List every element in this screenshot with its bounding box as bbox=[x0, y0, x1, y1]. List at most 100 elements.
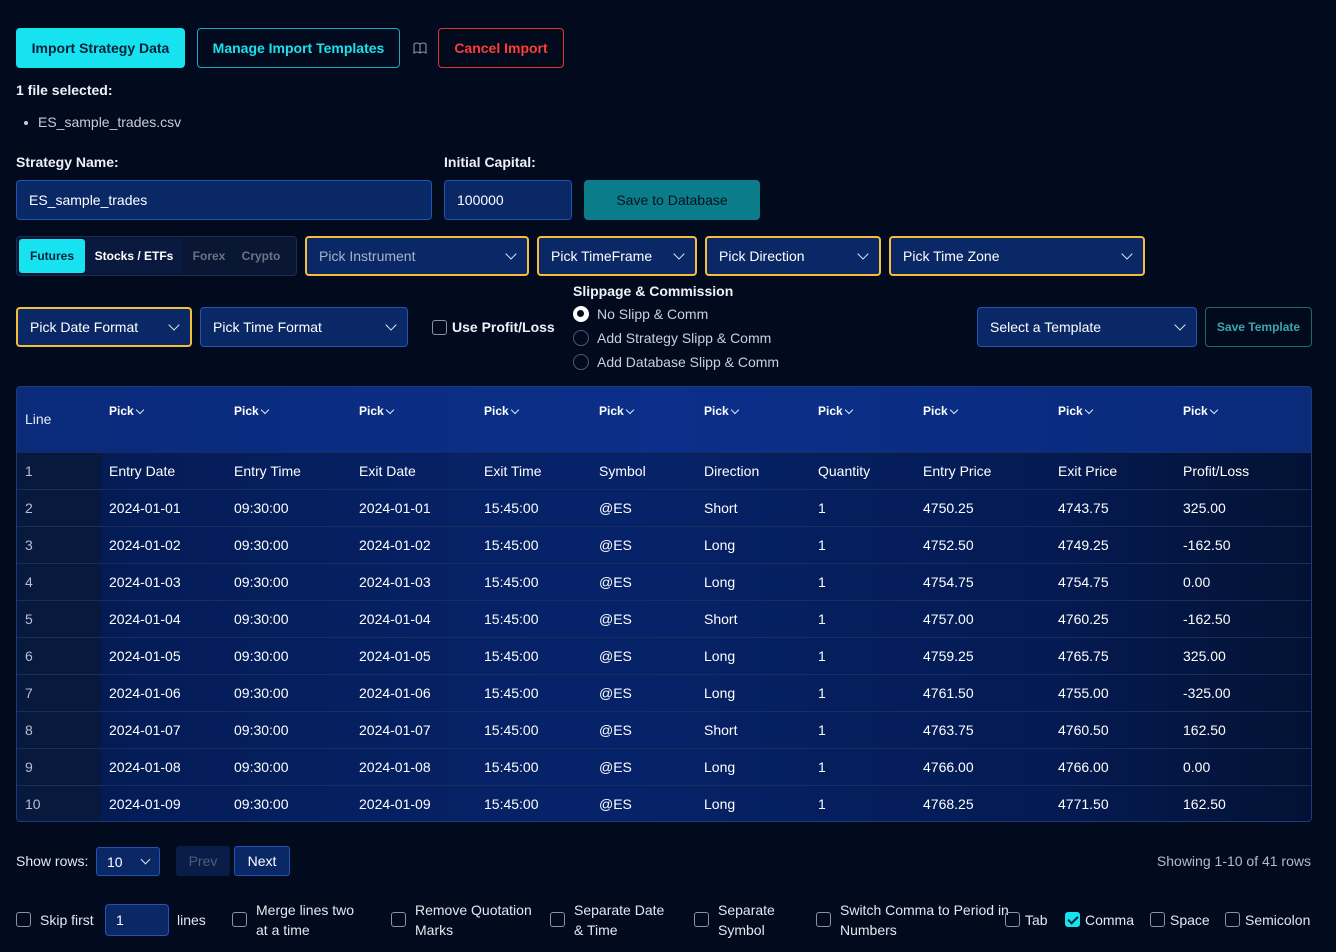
column-mapping-select[interactable]: Pick bbox=[109, 404, 144, 418]
table-cell: 2024-01-07 bbox=[109, 722, 181, 738]
table-cell: 15:45:00 bbox=[484, 500, 539, 516]
manage-import-templates-button[interactable]: Manage Import Templates bbox=[197, 28, 400, 68]
table-cell: 09:30:00 bbox=[234, 722, 289, 738]
table-cell: -162.50 bbox=[1183, 537, 1231, 553]
table-row: 9 2024-01-08 09:30:00 2024-01-08 15:45:00 @ES… bbox=[17, 748, 1311, 785]
table-cell: Entry Price bbox=[923, 463, 992, 479]
table-cell: 4760.50 bbox=[1058, 722, 1109, 738]
save-to-database-button[interactable]: Save to Database bbox=[584, 180, 760, 220]
table-cell: 162.50 bbox=[1183, 722, 1226, 738]
direction-select[interactable]: Pick Direction bbox=[705, 236, 881, 276]
strategy-name-input[interactable]: ES_sample_trades bbox=[16, 180, 432, 220]
switch-comma-checkbox[interactable] bbox=[816, 912, 831, 927]
initial-capital-input[interactable]: 100000 bbox=[444, 180, 572, 220]
table-cell: 4768.25 bbox=[923, 796, 974, 812]
table-cell: @ES bbox=[599, 685, 632, 701]
line-number-cell: 10 bbox=[17, 786, 101, 821]
remove-quotes-checkbox[interactable] bbox=[391, 912, 406, 927]
book-icon[interactable] bbox=[412, 40, 428, 56]
tab-crypto[interactable]: Crypto bbox=[235, 239, 287, 273]
cancel-import-button[interactable]: Cancel Import bbox=[438, 28, 564, 68]
prev-page-button[interactable]: Prev bbox=[176, 846, 230, 876]
table-cell: Entry Time bbox=[234, 463, 301, 479]
table-cell: 4754.75 bbox=[923, 574, 974, 590]
timezone-select[interactable]: Pick Time Zone bbox=[889, 236, 1145, 276]
date-format-select[interactable]: Pick Date Format bbox=[16, 307, 192, 347]
table-cell: -162.50 bbox=[1183, 611, 1231, 627]
column-mapping-select[interactable]: Pick bbox=[1183, 404, 1218, 418]
rows-per-page-select[interactable]: 10 bbox=[96, 847, 160, 876]
table-cell: 4760.25 bbox=[1058, 611, 1109, 627]
tab-stocks-etfs[interactable]: Stocks / ETFs bbox=[85, 239, 183, 273]
timeframe-select[interactable]: Pick TimeFrame bbox=[537, 236, 697, 276]
import-strategy-data-button[interactable]: Import Strategy Data bbox=[16, 28, 185, 68]
separate-symbol-checkbox[interactable] bbox=[694, 912, 709, 927]
slippage-option-label: No Slipp & Comm bbox=[597, 306, 709, 322]
table-cell: @ES bbox=[599, 537, 632, 553]
separate-symbol-label: Separate Symbol bbox=[718, 902, 775, 938]
slippage-radio-database[interactable] bbox=[573, 354, 589, 370]
use-profit-loss-checkbox[interactable] bbox=[432, 320, 447, 335]
skip-first-checkbox[interactable] bbox=[16, 912, 31, 927]
table-cell: 15:45:00 bbox=[484, 685, 539, 701]
table-cell: 09:30:00 bbox=[234, 685, 289, 701]
table-row: 4 2024-01-03 09:30:00 2024-01-03 15:45:00 @ES… bbox=[17, 563, 1311, 600]
separate-date-time-label: Separate Date & Time bbox=[574, 902, 665, 938]
table-cell: 09:30:00 bbox=[234, 648, 289, 664]
delimiter-semicolon-checkbox[interactable] bbox=[1225, 912, 1240, 927]
time-format-select[interactable]: Pick Time Format bbox=[200, 307, 408, 347]
chevron-down-icon bbox=[510, 405, 519, 414]
delimiter-comma-checkbox[interactable] bbox=[1065, 912, 1080, 927]
chevron-down-icon bbox=[168, 319, 180, 331]
column-mapping-label: Pick bbox=[1183, 404, 1208, 418]
instrument-select[interactable]: Pick Instrument bbox=[305, 236, 529, 276]
column-mapping-label: Pick bbox=[484, 404, 509, 418]
table-cell: 15:45:00 bbox=[484, 648, 539, 664]
table-cell: 2024-01-09 bbox=[359, 796, 431, 812]
chevron-down-icon bbox=[673, 248, 685, 260]
table-cell: 2024-01-08 bbox=[359, 759, 431, 775]
table-cell: 15:45:00 bbox=[484, 796, 539, 812]
column-mapping-select[interactable]: Pick bbox=[359, 404, 394, 418]
table-cell: Long bbox=[704, 537, 736, 553]
slippage-option-label: Add Database Slipp & Comm bbox=[597, 354, 780, 370]
template-select[interactable]: Select a Template bbox=[977, 307, 1197, 347]
date-format-select-value: Pick Date Format bbox=[30, 319, 139, 335]
next-page-button[interactable]: Next bbox=[234, 846, 290, 876]
column-mapping-select[interactable]: Pick bbox=[234, 404, 269, 418]
slippage-radio-strategy[interactable] bbox=[573, 330, 589, 346]
table-cell: 09:30:00 bbox=[234, 611, 289, 627]
switch-comma-label: Switch Comma to Period in Numbers bbox=[840, 902, 1009, 938]
separate-date-time-checkbox[interactable] bbox=[550, 912, 565, 927]
column-mapping-select[interactable]: Pick bbox=[704, 404, 739, 418]
bullet-icon bbox=[24, 121, 28, 126]
column-mapping-select[interactable]: Pick bbox=[1058, 404, 1093, 418]
column-mapping-label: Pick bbox=[704, 404, 729, 418]
slippage-radio-none[interactable] bbox=[573, 306, 589, 322]
skip-first-lines-input[interactable]: 1 bbox=[105, 904, 169, 936]
column-mapping-select[interactable]: Pick bbox=[818, 404, 853, 418]
merge-lines-checkbox[interactable] bbox=[232, 912, 247, 927]
table-cell: 0.00 bbox=[1183, 759, 1211, 775]
chevron-down-icon bbox=[135, 405, 144, 414]
delimiter-tab-checkbox[interactable] bbox=[1005, 912, 1020, 927]
table-cell: Long bbox=[704, 648, 736, 664]
column-mapping-select[interactable]: Pick bbox=[484, 404, 519, 418]
column-mapping-select[interactable]: Pick bbox=[923, 404, 958, 418]
tab-forex[interactable]: Forex bbox=[183, 239, 235, 273]
table-cell: Exit Date bbox=[359, 463, 416, 479]
table-cell: 4765.75 bbox=[1058, 648, 1109, 664]
table-cell: 2024-01-01 bbox=[109, 500, 181, 516]
table-cell: Short bbox=[704, 611, 738, 627]
delimiter-semicolon-label: Semicolon bbox=[1245, 912, 1311, 928]
column-mapping-select[interactable]: Pick bbox=[599, 404, 634, 418]
save-template-button[interactable]: Save Template bbox=[1205, 307, 1312, 347]
chevron-down-icon bbox=[140, 854, 151, 865]
table-cell: 2024-01-07 bbox=[359, 722, 431, 738]
delimiter-space-checkbox[interactable] bbox=[1150, 912, 1165, 927]
table-cell: 2024-01-08 bbox=[109, 759, 181, 775]
chevron-down-icon bbox=[1174, 319, 1186, 331]
table-cell: Profit/Loss bbox=[1183, 463, 1250, 479]
tab-futures[interactable]: Futures bbox=[19, 239, 85, 273]
table-cell: 4754.75 bbox=[1058, 574, 1109, 590]
